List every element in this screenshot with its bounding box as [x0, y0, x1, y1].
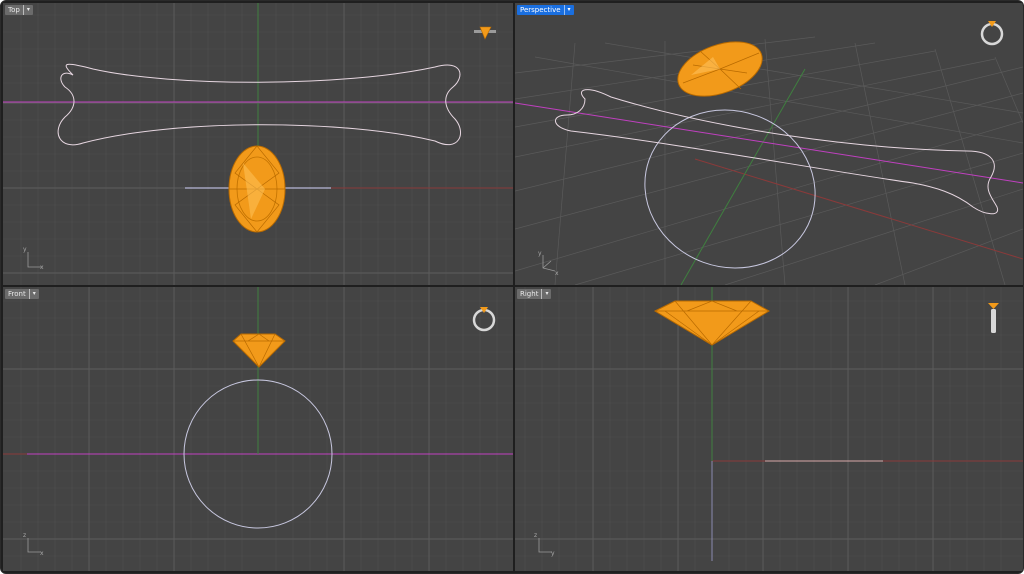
viewport-right-canvas[interactable]: z y: [515, 287, 1023, 571]
chevron-down-icon[interactable]: ▾: [541, 289, 548, 299]
axis-y-label: y: [551, 550, 555, 557]
chevron-down-icon[interactable]: ▾: [28, 289, 36, 299]
chevron-down-icon[interactable]: ▾: [22, 5, 30, 15]
viewport-perspective-canvas[interactable]: y x: [515, 3, 1023, 285]
viewport-front-title: Front: [8, 290, 26, 298]
viewport-top-title: Top: [8, 6, 20, 14]
viewport-right-label[interactable]: Right ▾: [517, 289, 552, 299]
oval-gemstone[interactable]: [670, 31, 769, 106]
viewport-perspective-label[interactable]: Perspective ▾: [517, 5, 574, 15]
viewport-right[interactable]: z y Right ▾: [515, 287, 1023, 571]
axis-triad: [542, 255, 556, 272]
ring-perspective-icon[interactable]: [980, 21, 1004, 46]
viewport-front[interactable]: z x Front ▾: [3, 287, 513, 571]
grid: [515, 36, 1023, 285]
viewport-front-canvas[interactable]: z x: [3, 287, 513, 571]
bone-shank-curve[interactable]: [555, 89, 999, 215]
bone-shank-curve[interactable]: [57, 63, 461, 146]
viewport-layout: y x Top ▾ y x Perspective ▾ z x Front ▾ …: [0, 0, 1024, 574]
axis-x-label: x: [555, 270, 559, 277]
gemstone-side[interactable]: [653, 300, 771, 346]
viewport-front-label[interactable]: Front ▾: [5, 289, 39, 299]
axis-x-label: x: [40, 264, 44, 271]
viewport-perspective[interactable]: y x Perspective ▾: [515, 3, 1023, 285]
ring-top-view-icon[interactable]: [474, 26, 496, 40]
axis-x-label: x: [40, 550, 44, 557]
gemstone-front[interactable]: [232, 333, 286, 368]
magenta-construction-line: [515, 102, 1023, 184]
chevron-down-icon[interactable]: ▾: [563, 5, 571, 15]
axis-z-label: z: [23, 532, 26, 539]
viewport-top-canvas[interactable]: y x: [3, 3, 513, 285]
ring-front-view-icon[interactable]: [472, 307, 496, 332]
axis-y-label: y: [23, 246, 27, 253]
axis-z-label: z: [534, 532, 537, 539]
viewport-top-label[interactable]: Top ▾: [5, 5, 33, 15]
grid: [515, 287, 1023, 571]
viewport-perspective-title: Perspective: [520, 6, 561, 14]
axis-y-label: y: [538, 250, 542, 257]
oval-gemstone[interactable]: [228, 145, 286, 233]
viewport-right-title: Right: [520, 290, 539, 298]
viewport-top[interactable]: y x Top ▾: [3, 3, 513, 285]
y-axis-line: [680, 68, 806, 285]
